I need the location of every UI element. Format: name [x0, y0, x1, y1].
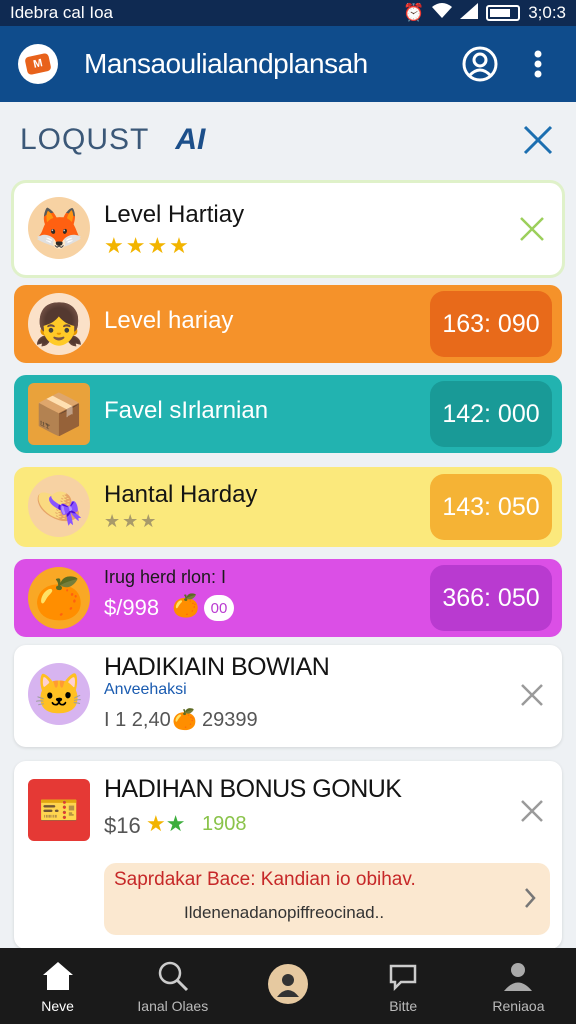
nav-label: Bitte	[389, 998, 418, 1014]
dismiss-icon[interactable]	[518, 681, 546, 709]
promo-banner[interactable]: Saprdakar Bace: Kandian io obihav. Ilden…	[104, 863, 550, 935]
star-icons: ★★	[146, 811, 186, 836]
fox-avatar-icon: 🦊	[28, 197, 90, 259]
list-item[interactable]: 🍊 Irug herd rlon: I $/998 🍊 00 366: 050	[14, 559, 562, 637]
girl-hat-avatar-icon: 👒	[28, 475, 90, 537]
item-title: Level Hartiay	[104, 201, 245, 228]
score-pill: 142: 000	[430, 381, 552, 447]
nav-profile[interactable]	[230, 948, 345, 1024]
search-icon	[155, 958, 191, 994]
app-bar: M Mansaoulialandplansah	[0, 26, 576, 102]
more-options-icon[interactable]	[518, 44, 558, 84]
person-icon	[500, 958, 536, 994]
brand-mark: AI	[175, 123, 206, 156]
chest-icon: 📦	[28, 383, 90, 445]
item-title: Level hariay	[104, 307, 234, 334]
count-badge: 00	[204, 595, 234, 621]
battery-icon	[486, 5, 521, 21]
item-price: $16	[104, 813, 141, 838]
item-title: Hantal Harday	[104, 481, 258, 508]
home-icon	[40, 958, 76, 994]
item-title: HADIHAN BONUS GONUK	[104, 775, 402, 803]
app-title: Mansaoulialandplansah	[84, 48, 368, 79]
nav-search[interactable]: Ianal Olaes	[115, 948, 230, 1024]
alarm-icon: ⏰	[403, 3, 425, 22]
section-label: LOQUST	[20, 123, 150, 156]
bonus-ticket-icon: 🎫	[28, 779, 90, 841]
list-item[interactable]: 🎫 HADIHAN BONUS GONUK $16 ★★ 1908 Saprda…	[14, 761, 562, 949]
orange-fruit-icon: 🍊	[28, 567, 90, 629]
nav-chat[interactable]: Bitte	[346, 948, 461, 1024]
item-title: Irug herd rlon: I	[104, 567, 227, 587]
item-link[interactable]: Anveehaksi	[104, 681, 187, 699]
nav-account[interactable]: Reniaoa	[461, 948, 576, 1024]
chevron-right-icon	[524, 887, 536, 914]
clock: 3;0:3	[528, 3, 566, 22]
item-title: Favel sIrlarnian	[104, 397, 269, 424]
bottom-nav: Neve Ianal Olaes Bitte Reniaoa	[0, 948, 576, 1024]
coin-icon: 🍊	[172, 593, 200, 618]
close-icon[interactable]	[520, 122, 556, 158]
list-item[interactable]: 🐱 HADIKIAIN BOWIAN Anveehaksi I 1 2,40 🍊…	[14, 645, 562, 747]
item-points: 29399	[202, 709, 258, 731]
carrier-name: Idebra cal Ioa	[10, 3, 114, 22]
cat-avatar-icon: 🐱	[28, 663, 90, 725]
item-price: I 1 2,40	[104, 709, 171, 731]
nav-label: Reniaoa	[492, 998, 545, 1014]
dismiss-icon[interactable]	[518, 215, 546, 243]
promo-title: Saprdakar Bace: Kandian io obihav.	[114, 869, 416, 890]
rating-stars: ★★★★	[104, 233, 191, 258]
promo-text: Ildenenadanopiffreocinad..	[184, 903, 385, 922]
nav-label: Ianal Olaes	[137, 998, 209, 1014]
avatar-icon	[268, 964, 308, 1004]
app-logo[interactable]: M	[18, 44, 58, 84]
score-pill: 163: 090	[430, 291, 552, 357]
girl-avatar-icon: 👧	[28, 293, 90, 355]
wifi-icon	[432, 2, 453, 24]
score-pill: 143: 050	[430, 474, 552, 540]
nav-label: Neve	[41, 998, 74, 1014]
chat-icon	[385, 958, 421, 994]
sub-header: LOQUST AI	[0, 102, 576, 178]
list-item[interactable]: 👧 Level hariay 163: 090	[14, 285, 562, 363]
coin-icon: 🍊	[172, 709, 197, 731]
item-price: $/998	[104, 595, 160, 620]
list-item[interactable]: 📦 Favel sIrlarnian 142: 000	[14, 375, 562, 453]
nav-home[interactable]: Neve	[0, 948, 115, 1024]
item-points: 1908	[202, 813, 247, 835]
status-bar: Idebra cal Ioa ⏰ 3;0:3	[0, 0, 576, 26]
dismiss-icon[interactable]	[518, 797, 546, 825]
profile-icon[interactable]	[460, 44, 500, 84]
list-item[interactable]: 👒 Hantal Harday ★★★ 143: 050	[14, 467, 562, 547]
item-title: HADIKIAIN BOWIAN	[104, 653, 330, 681]
score-pill: 366: 050	[430, 565, 552, 631]
rating-stars: ★★★	[104, 511, 159, 531]
list-item[interactable]: 🦊 Level Hartiay ★★★★	[14, 183, 562, 275]
signal-icon	[460, 2, 479, 24]
